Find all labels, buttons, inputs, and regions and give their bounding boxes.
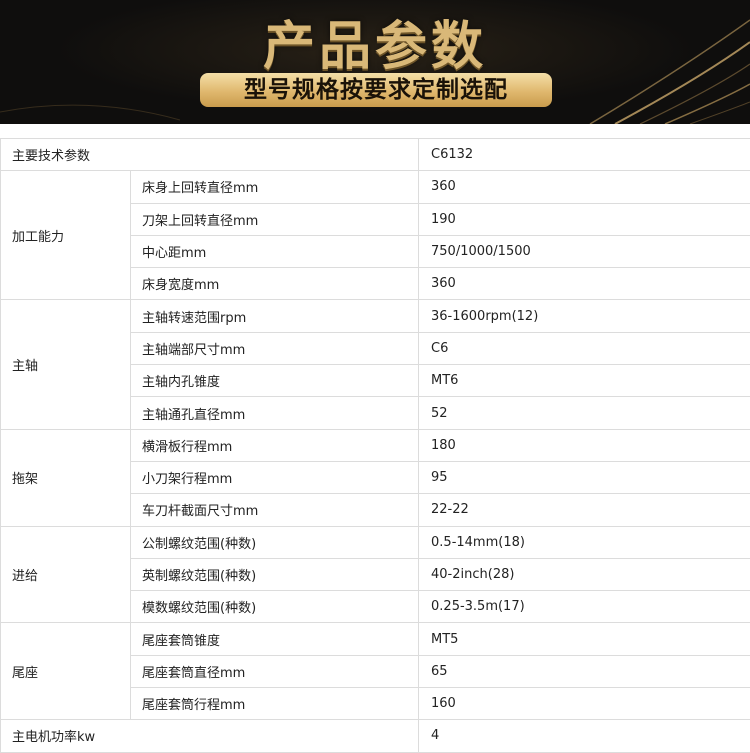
param-value-cell: 160 — [419, 688, 750, 720]
param-value-cell: MT5 — [419, 623, 750, 655]
group-name-cell: 进给 — [1, 526, 131, 623]
param-label-cell: 小刀架行程mm — [131, 461, 419, 493]
param-label-cell: 公制螺纹范围(种数) — [131, 526, 419, 558]
param-value-cell: 190 — [419, 203, 750, 235]
spec-table-wrapper: 主要技术参数 C6132 加工能力 床身上回转直径mm 360 刀架上回转直径m… — [0, 138, 750, 753]
param-label-cell: 主轴转速范围rpm — [131, 300, 419, 332]
table-row: 加工能力 床身上回转直径mm 360 — [1, 171, 750, 203]
param-label-cell: 床身上回转直径mm — [131, 171, 419, 203]
param-value-cell: 36-1600rpm(12) — [419, 300, 750, 332]
param-label-cell: 尾座套筒锥度 — [131, 623, 419, 655]
param-label-cell: 床身宽度mm — [131, 268, 419, 300]
header-value-cell: C6132 — [419, 139, 750, 171]
header-label-cell: 主要技术参数 — [1, 139, 419, 171]
param-label-cell: 英制螺纹范围(种数) — [131, 558, 419, 590]
header-banner: 产品参数 型号规格按要求定制选配 — [0, 0, 750, 124]
param-value-cell: C6 — [419, 332, 750, 364]
group-name-cell: 主轴 — [1, 300, 131, 429]
param-value-cell: 95 — [419, 461, 750, 493]
table-row: 尾座 尾座套筒锥度 MT5 — [1, 623, 750, 655]
table-row: 主轴 主轴转速范围rpm 36-1600rpm(12) — [1, 300, 750, 332]
group-name-cell: 尾座 — [1, 623, 131, 720]
param-value-cell: 22-22 — [419, 494, 750, 526]
table-row: 拖架 横滑板行程mm 180 — [1, 429, 750, 461]
group-name-cell: 加工能力 — [1, 171, 131, 300]
param-label-cell: 车刀杆截面尺寸mm — [131, 494, 419, 526]
table-row: 进给 公制螺纹范围(种数) 0.5-14mm(18) — [1, 526, 750, 558]
param-value-cell: MT6 — [419, 365, 750, 397]
param-label-cell: 尾座套筒直径mm — [131, 655, 419, 687]
param-label-cell: 尾座套筒行程mm — [131, 688, 419, 720]
param-label-cell: 主轴内孔锥度 — [131, 365, 419, 397]
table-row: 主要技术参数 C6132 — [1, 139, 750, 171]
param-value-cell: 0.25-3.5m(17) — [419, 591, 750, 623]
table-row: 主电机功率kw 4 — [1, 720, 750, 752]
param-label-cell: 横滑板行程mm — [131, 429, 419, 461]
param-value-cell: 65 — [419, 655, 750, 687]
footer-label-cell: 主电机功率kw — [1, 720, 419, 752]
param-label-cell: 刀架上回转直径mm — [131, 203, 419, 235]
param-label-cell: 模数螺纹范围(种数) — [131, 591, 419, 623]
param-value-cell: 40-2inch(28) — [419, 558, 750, 590]
param-label-cell: 中心距mm — [131, 235, 419, 267]
param-value-cell: 360 — [419, 171, 750, 203]
param-value-cell: 0.5-14mm(18) — [419, 526, 750, 558]
param-label-cell: 主轴端部尺寸mm — [131, 332, 419, 364]
banner-title: 产品参数 — [0, 4, 750, 79]
param-value-cell: 360 — [419, 268, 750, 300]
footer-value-cell: 4 — [419, 720, 750, 752]
spec-table: 主要技术参数 C6132 加工能力 床身上回转直径mm 360 刀架上回转直径m… — [0, 138, 750, 753]
param-label-cell: 主轴通孔直径mm — [131, 397, 419, 429]
param-value-cell: 180 — [419, 429, 750, 461]
group-name-cell: 拖架 — [1, 429, 131, 526]
param-value-cell: 52 — [419, 397, 750, 429]
banner-subtitle: 型号规格按要求定制选配 — [200, 73, 552, 107]
param-value-cell: 750/1000/1500 — [419, 235, 750, 267]
